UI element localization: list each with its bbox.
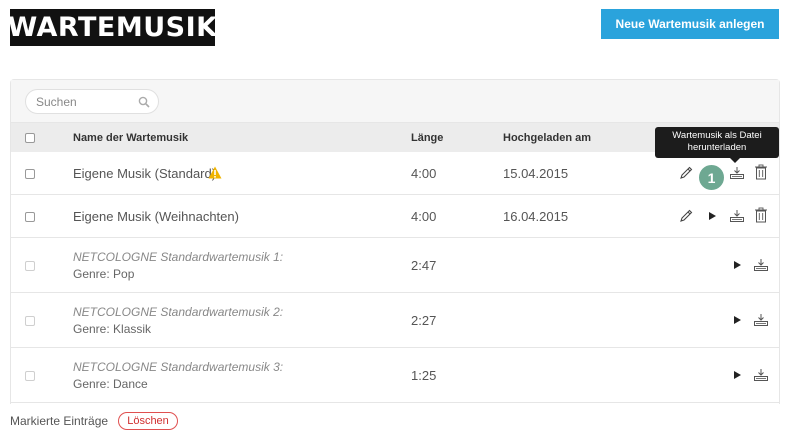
tooltip-line: herunterladen	[687, 142, 747, 153]
search-input[interactable]	[36, 94, 136, 110]
tooltip-line: Wartemusik als Datei	[672, 130, 762, 141]
download-icon[interactable]	[753, 312, 769, 328]
marked-entries-label: Markierte Einträge	[10, 414, 109, 428]
row-checkbox[interactable]	[25, 261, 35, 271]
table-row: NETCOLOGNE Standardwartemusik 1: Genre: …	[11, 238, 779, 293]
music-length: 4:00	[411, 209, 437, 224]
column-header-uploaded: Hochgeladen am	[503, 132, 592, 144]
search-bar	[11, 80, 779, 123]
music-genre: Genre: Klassik	[73, 322, 152, 336]
new-wartemusik-button[interactable]: Neue Wartemusik anlegen	[601, 9, 779, 39]
table-row: Eigene Musik (Weihnachten) 4:00 16.04.20…	[11, 195, 779, 238]
row-checkbox[interactable]	[25, 169, 35, 179]
pencil-icon[interactable]	[678, 165, 694, 181]
play-icon[interactable]	[729, 367, 745, 383]
music-upload-date: 15.04.2015	[503, 166, 569, 181]
column-header-length: Länge	[411, 132, 444, 144]
music-upload-date: 16.04.2015	[503, 209, 569, 224]
music-length: 2:47	[411, 258, 437, 273]
search-icon[interactable]	[138, 96, 150, 108]
download-icon[interactable]	[729, 165, 745, 181]
play-icon[interactable]	[704, 208, 720, 224]
music-name: Eigene Musik (Weihnachten)	[73, 209, 239, 224]
row-checkbox[interactable]	[25, 316, 35, 326]
table-row: Eigene Musik (Standard) 4:00 15.04.2015	[11, 152, 779, 195]
row-checkbox[interactable]	[25, 212, 35, 222]
search-field[interactable]	[25, 89, 159, 114]
warning-icon	[208, 166, 222, 179]
delete-button[interactable]: Löschen	[118, 412, 178, 430]
music-length: 2:27	[411, 313, 437, 328]
trash-icon[interactable]	[753, 164, 769, 180]
download-icon[interactable]	[729, 208, 745, 224]
download-tooltip: Wartemusik als Datei herunterladen	[655, 127, 779, 163]
music-genre: Genre: Dance	[73, 377, 148, 391]
row-checkbox[interactable]	[25, 371, 35, 381]
standard-music-title: NETCOLOGNE Standardwartemusik 2:	[73, 305, 284, 319]
pencil-icon[interactable]	[678, 208, 694, 224]
music-name: Eigene Musik (Standard)	[73, 166, 217, 181]
music-length: 4:00	[411, 166, 437, 181]
download-icon[interactable]	[753, 367, 769, 383]
table-row: NETCOLOGNE Standardwartemusik 2: Genre: …	[11, 293, 779, 348]
column-header-name: Name der Wartemusik	[73, 132, 189, 144]
trash-icon[interactable]	[753, 207, 769, 223]
select-all-checkbox[interactable]	[25, 133, 35, 143]
music-genre: Genre: Pop	[73, 267, 135, 281]
play-icon[interactable]	[729, 257, 745, 273]
play-icon[interactable]	[729, 312, 745, 328]
logo: WARTEMUSIK	[7, 9, 217, 46]
music-length: 1:25	[411, 368, 437, 383]
download-icon[interactable]	[753, 257, 769, 273]
standard-music-title: NETCOLOGNE Standardwartemusik 1:	[73, 250, 284, 264]
standard-music-title: NETCOLOGNE Standardwartemusik 3:	[73, 360, 284, 374]
table-row: NETCOLOGNE Standardwartemusik 3: Genre: …	[11, 348, 779, 403]
step-badge: 1	[697, 163, 726, 192]
